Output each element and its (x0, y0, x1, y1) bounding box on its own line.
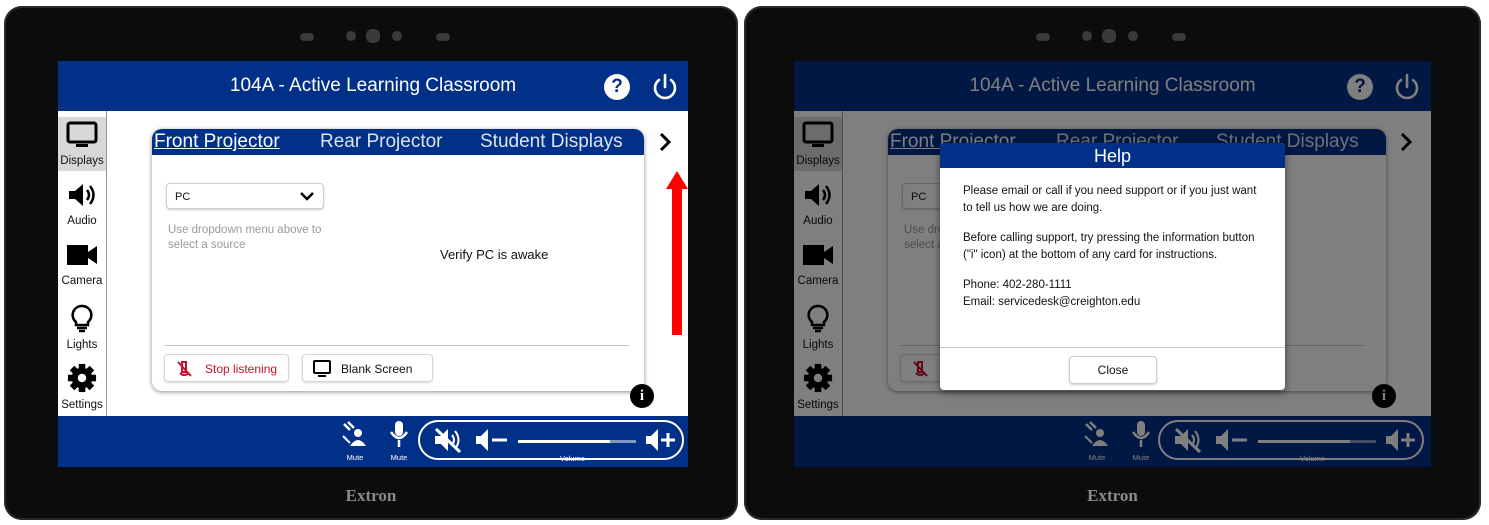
gear-icon (67, 363, 97, 393)
wireless-mic-mute-icon (342, 421, 366, 446)
sidebar-item-audio[interactable]: Audio (58, 181, 106, 235)
touch-panel-right: 104A - Active Learning Classroom ? Displ… (744, 6, 1481, 520)
tab-rear-projector[interactable]: Rear Projector (320, 129, 443, 155)
mic-off-icon (177, 361, 192, 377)
volume-down-icon[interactable] (474, 425, 510, 455)
volume-control: Volume (418, 420, 684, 463)
card-divider (164, 345, 629, 346)
help-button[interactable]: ? (604, 74, 630, 100)
stop-listening-button[interactable]: Stop listening (164, 354, 289, 382)
microphone-icon (389, 421, 409, 447)
help-dialog-title: Help (940, 143, 1285, 168)
room-title: 104A - Active Learning Classroom (229, 75, 517, 96)
tab-front-projector[interactable]: Front Projector (154, 129, 280, 155)
sidebar-label-lights: Lights (66, 339, 98, 351)
volume-slider-fill (518, 440, 611, 443)
brand-logo: Extron (345, 486, 397, 505)
brand-logo: Extron (1087, 486, 1138, 505)
power-button[interactable] (650, 72, 680, 107)
info-button[interactable]: i (630, 384, 654, 408)
help-text-intro: Please email or call if you need support… (963, 185, 1257, 214)
help-dialog-divider (940, 347, 1285, 348)
footer-bar: Mute Mute Volume (58, 416, 688, 467)
video-camera-icon (67, 245, 97, 265)
power-icon (653, 73, 677, 100)
camera-sensor-strip (4, 29, 738, 43)
monitor-outline-icon (313, 360, 331, 377)
lightbulb-icon (71, 304, 93, 333)
speaker-icon (69, 184, 95, 206)
monitor-icon (66, 121, 98, 147)
display-tabs: Front Projector Rear Projector Student D… (152, 129, 644, 155)
help-dialog-body: Please email or call if you need support… (940, 168, 1285, 311)
next-tab-arrow[interactable] (658, 129, 672, 160)
display-card: Front Projector Rear Projector Student D… (152, 129, 654, 408)
sidebar-item-displays[interactable]: Displays (58, 117, 106, 171)
header-bar: 104A - Active Learning Classroom ? (58, 61, 688, 111)
sidebar-item-settings[interactable]: Settings (58, 363, 106, 417)
sidebar-label-audio: Audio (67, 215, 97, 227)
touch-screen-with-help: 104A - Active Learning Classroom ? Displ… (794, 61, 1431, 467)
sidebar-label-settings: Settings (61, 399, 103, 411)
volume-up-icon[interactable] (644, 425, 678, 455)
blank-screen-button[interactable]: Blank Screen (302, 354, 433, 382)
camera-sensor-strip (744, 29, 1481, 43)
source-dropdown[interactable]: PC (166, 183, 324, 209)
mute-mic-button[interactable]: Mute (384, 420, 414, 462)
touch-screen: 104A - Active Learning Classroom ? Displ… (58, 61, 688, 467)
volume-label: Volume (560, 454, 586, 463)
annotation-arrow (666, 171, 688, 335)
volume-slider[interactable] (518, 440, 636, 443)
speaker-mute-icon[interactable] (432, 425, 464, 455)
sidebar-label-displays: Displays (60, 155, 104, 167)
help-text-info: Before calling support, try pressing the… (963, 232, 1255, 261)
help-email: Email: servicedesk@creighton.edu (963, 296, 1141, 308)
source-status: Verify PC is awake (440, 247, 549, 262)
sidebar-item-lights[interactable]: Lights (58, 303, 106, 357)
sidebar-item-camera[interactable]: Camera (58, 241, 106, 295)
sidebar-label-camera: Camera (61, 275, 103, 287)
source-selected-value: PC (175, 191, 191, 203)
help-phone: Phone: 402-280-1111 (963, 279, 1072, 291)
touch-panel-left: 104A - Active Learning Classroom ? Displ… (4, 6, 738, 520)
help-dialog: Help Please email or call if you need su… (940, 143, 1285, 390)
close-button[interactable]: Close (1069, 356, 1157, 384)
mute-wireless-button[interactable]: Mute (340, 420, 370, 462)
chevron-right-icon (659, 132, 672, 152)
stop-listening-label: Stop listening (205, 362, 278, 376)
source-hint: Use dropdown menu above to select a sour… (168, 224, 322, 251)
tab-student-displays[interactable]: Student Displays (480, 129, 623, 155)
mute1-label: Mute (346, 453, 364, 462)
mute2-label: Mute (390, 453, 408, 462)
sidebar: Displays Audio Camera Lights Settings (58, 111, 107, 416)
chevron-down-icon (300, 192, 314, 201)
blank-screen-label: Blank Screen (341, 362, 413, 376)
